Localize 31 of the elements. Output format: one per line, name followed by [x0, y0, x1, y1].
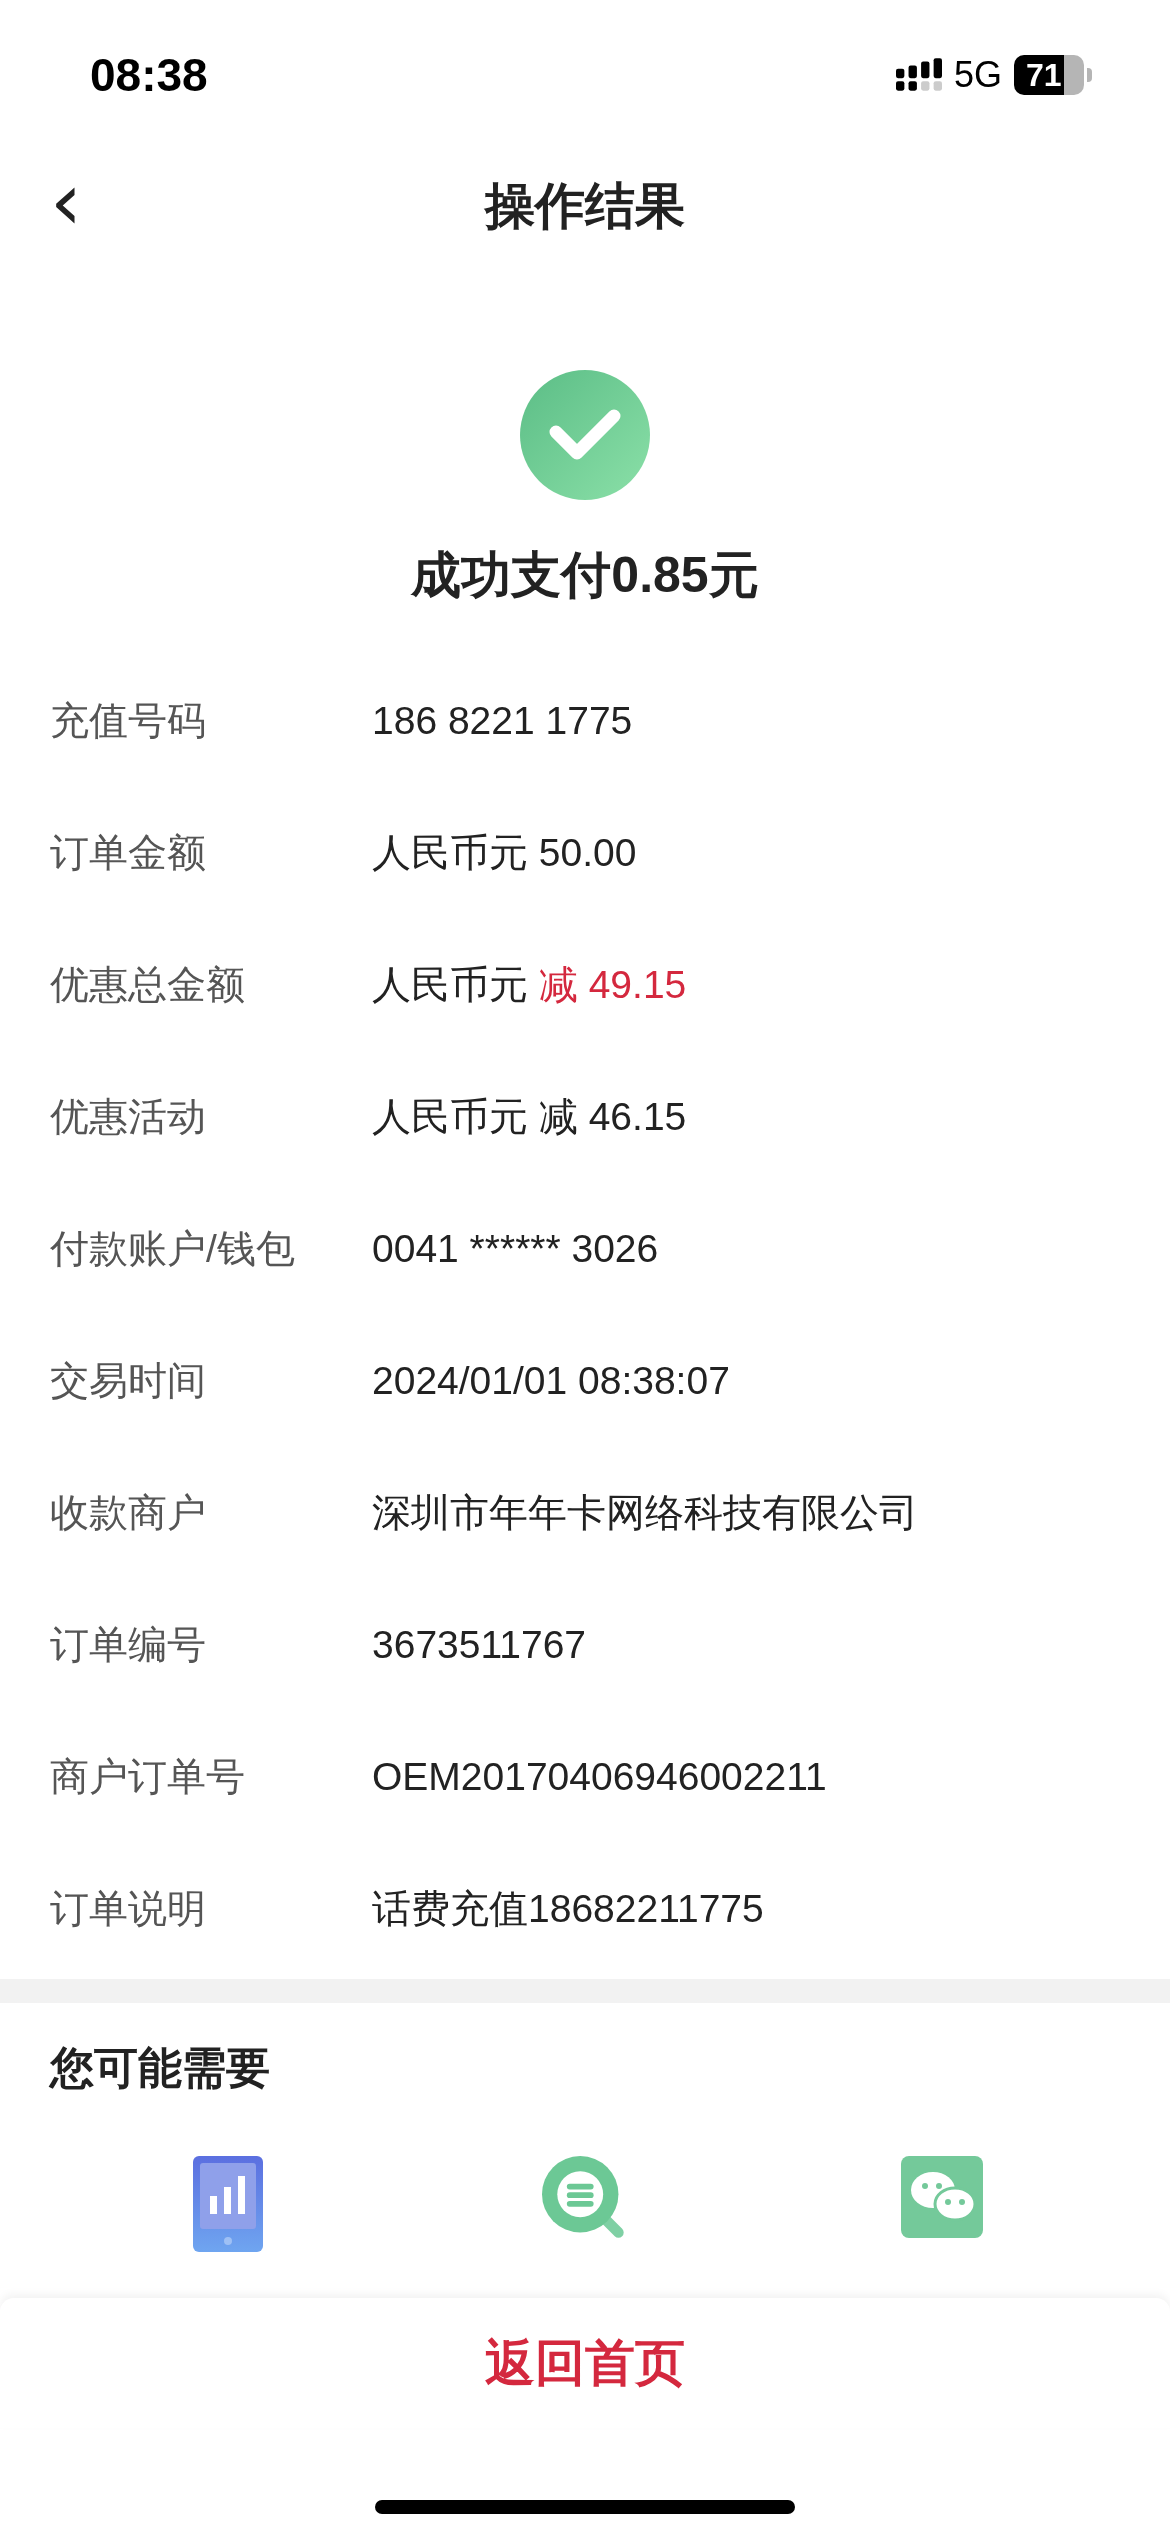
clock-time: 08:38: [90, 48, 208, 102]
detail-value: 深圳市年年卡网络科技有限公司: [372, 1490, 918, 1536]
detail-label: 商户订单号: [50, 1754, 246, 1800]
detail-value: 2024/01/01 08:38:07: [372, 1359, 730, 1403]
detail-label: 订单编号: [50, 1622, 207, 1668]
detail-value: 人民币元 减 46.15: [372, 1094, 687, 1140]
detail-label: 优惠总金额: [50, 962, 246, 1008]
detail-value: 3673511767: [372, 1623, 586, 1667]
phone-chart-icon[interactable]: [193, 2156, 264, 2252]
detail-value: 0041 ****** 3026: [372, 1227, 659, 1271]
detail-label: 交易时间: [50, 1358, 207, 1404]
detail-label: 订单说明: [50, 1886, 207, 1932]
detail-label: 充值号码: [50, 698, 207, 744]
page-title: 操作结果: [485, 176, 685, 236]
network-label: 5G: [953, 54, 1002, 96]
detail-value: OEM20170406946002211: [372, 1755, 827, 1799]
detail-label: 订单金额: [50, 830, 207, 876]
detail-label: 收款商户: [50, 1490, 207, 1536]
payment-result-text: 成功支付0.85元: [411, 546, 759, 605]
detail-value: 话费充值18682211775: [372, 1886, 764, 1932]
section-title: 您可能需要: [50, 2042, 271, 2094]
detail-value: 人民币元 减 49.15: [372, 962, 687, 1008]
back-button[interactable]: ‹: [40, 172, 92, 232]
detail-label: 优惠活动: [50, 1094, 207, 1140]
chat-bubbles-icon[interactable]: [900, 2156, 983, 2238]
detail-value: 186 8221 1775: [372, 699, 633, 743]
success-check-icon: [520, 370, 650, 500]
detail-value: 人民币元 50.00: [372, 830, 637, 876]
return-home-button[interactable]: 返回首页: [465, 2319, 705, 2407]
detail-label: 付款账户/钱包: [50, 1226, 296, 1272]
signal-icon: [895, 58, 942, 92]
